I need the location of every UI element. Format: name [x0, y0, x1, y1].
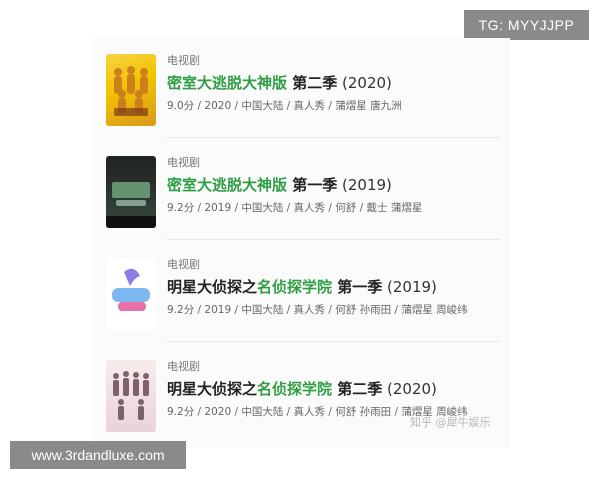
- search-results-card: 电视剧 密室大逃脱大神版 第二季 (2020) 9.0分 / 2020 / 中国…: [92, 38, 510, 448]
- poster-thumbnail[interactable]: [106, 360, 156, 432]
- result-item[interactable]: 电视剧 密室大逃脱大神版 第二季 (2020) 9.0分 / 2020 / 中国…: [92, 38, 510, 138]
- result-title[interactable]: 明星大侦探之名侦探学院 第一季 (2019): [167, 276, 437, 297]
- title-highlight: 密室大逃脱大神版: [167, 74, 288, 92]
- title-prefix: 明星大侦探之: [167, 380, 258, 398]
- zhihu-watermark: 知乎 @犀牛娱乐: [410, 416, 491, 429]
- result-title[interactable]: 明星大侦探之名侦探学院 第二季 (2020): [167, 378, 437, 399]
- result-info: 9.2分 / 2019 / 中国大陆 / 真人秀 / 何舒 孙雨田 / 蒲熠星 …: [167, 304, 468, 316]
- poster-thumbnail[interactable]: [106, 156, 156, 228]
- tg-badge: TG: MYYJJPP: [464, 10, 589, 40]
- poster-thumbnail[interactable]: [106, 258, 156, 330]
- title-year: (2019): [382, 278, 437, 296]
- title-season: 第一季: [332, 278, 383, 296]
- result-item[interactable]: 电视剧 密室大逃脱大神版 第一季 (2019) 9.2分 / 2019 / 中国…: [92, 137, 510, 240]
- title-year: (2020): [382, 380, 437, 398]
- content-type-label: 电视剧: [167, 258, 200, 271]
- title-season: 第一季: [287, 176, 338, 194]
- title-year: (2019): [337, 176, 392, 194]
- title-highlight: 名侦探学院: [257, 278, 333, 296]
- poster-thumbnail[interactable]: [106, 54, 156, 126]
- result-title[interactable]: 密室大逃脱大神版 第二季 (2020): [167, 72, 392, 93]
- title-season: 第二季: [332, 380, 383, 398]
- title-highlight: 密室大逃脱大神版: [167, 176, 288, 194]
- content-type-label: 电视剧: [167, 360, 200, 373]
- title-highlight: 名侦探学院: [257, 380, 333, 398]
- title-year: (2020): [337, 74, 392, 92]
- result-item[interactable]: 电视剧 明星大侦探之名侦探学院 第一季 (2019) 9.2分 / 2019 /…: [92, 239, 510, 342]
- title-season: 第二季: [287, 74, 338, 92]
- site-url-badge: www.3rdandluxe.com: [10, 441, 186, 469]
- result-info: 9.0分 / 2020 / 中国大陆 / 真人秀 / 蒲熠星 唐九洲: [167, 100, 402, 112]
- result-title[interactable]: 密室大逃脱大神版 第一季 (2019): [167, 174, 392, 195]
- content-type-label: 电视剧: [167, 54, 200, 67]
- title-prefix: 明星大侦探之: [167, 278, 258, 296]
- content-type-label: 电视剧: [167, 156, 200, 169]
- result-info: 9.2分 / 2019 / 中国大陆 / 真人秀 / 何舒 / 戴士 蒲熠星: [167, 202, 423, 214]
